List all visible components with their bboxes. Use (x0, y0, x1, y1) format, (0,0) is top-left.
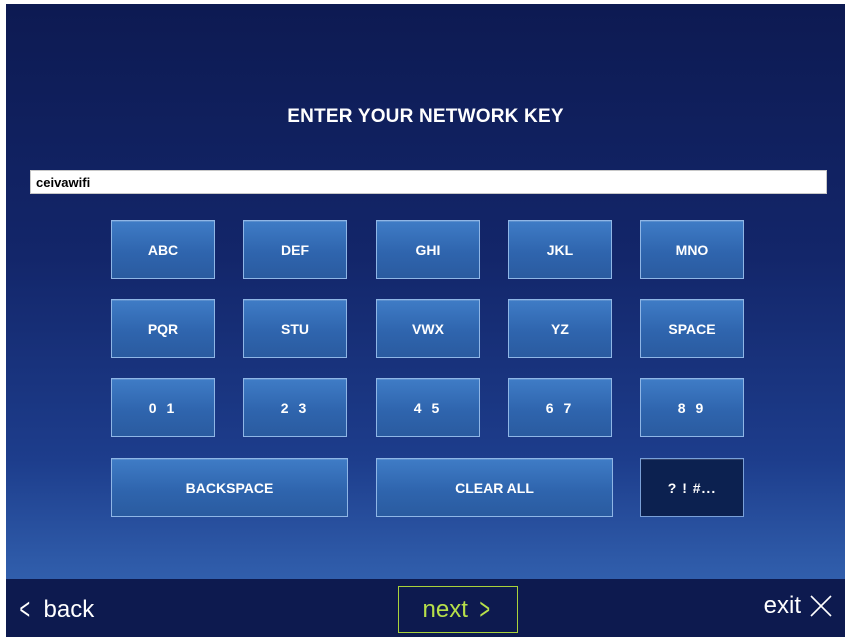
close-icon (810, 595, 832, 617)
key-digits-6-7[interactable]: 6 7 (508, 378, 612, 437)
key-ghi[interactable]: GHI (376, 220, 480, 279)
page-title: ENTER YOUR NETWORK KEY (287, 106, 564, 127)
chevron-left-icon: < (19, 593, 31, 626)
exit-label: exit (763, 592, 801, 619)
key-space[interactable]: SPACE (640, 299, 744, 358)
exit-button[interactable]: exit (764, 592, 833, 620)
back-button[interactable]: < back (16, 593, 95, 627)
back-label: back (43, 596, 95, 623)
bottom-nav-bar: < back next > exit (6, 579, 845, 637)
backspace-button[interactable]: BACKSPACE (111, 458, 348, 517)
key-stu[interactable]: STU (243, 299, 347, 358)
key-digits-4-5[interactable]: 4 5 (376, 378, 480, 437)
clear-all-button[interactable]: CLEAR ALL (376, 458, 613, 517)
key-jkl[interactable]: JKL (508, 220, 612, 279)
key-mno[interactable]: MNO (640, 220, 744, 279)
next-label: next (422, 595, 468, 623)
key-digits-2-3[interactable]: 2 3 (243, 378, 347, 437)
symbols-toggle-button[interactable]: ? ! #... (640, 458, 744, 517)
key-vwx[interactable]: VWX (376, 299, 480, 358)
key-pqr[interactable]: PQR (111, 299, 215, 358)
kiosk-screen: ENTER YOUR NETWORK KEY ABC DEF GHI JKL M… (6, 4, 845, 637)
next-button[interactable]: next > (398, 586, 518, 633)
key-yz[interactable]: YZ (508, 299, 612, 358)
key-digits-8-9[interactable]: 8 9 (640, 378, 744, 437)
key-abc[interactable]: ABC (111, 220, 215, 279)
chevron-right-icon: > (479, 592, 490, 626)
key-digits-0-1[interactable]: 0 1 (111, 378, 215, 437)
key-def[interactable]: DEF (243, 220, 347, 279)
network-key-input[interactable] (30, 170, 827, 194)
